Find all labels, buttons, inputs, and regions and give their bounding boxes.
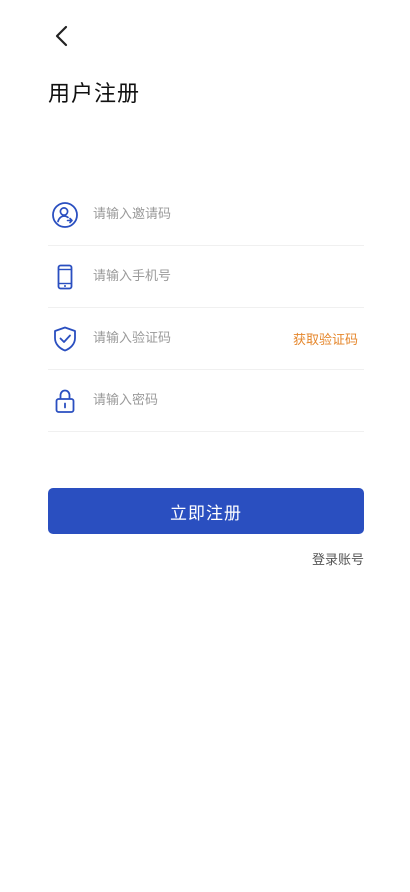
chevron-left-icon (55, 25, 68, 47)
password-input[interactable] (93, 380, 364, 421)
smartphone-icon (51, 263, 79, 291)
password-field (48, 370, 364, 432)
verify-code-input[interactable] (93, 318, 283, 359)
register-form: 获取验证码 (48, 184, 364, 432)
page-title: 用户注册 (48, 82, 141, 107)
verify-code-field: 获取验证码 (48, 308, 364, 370)
phone-input[interactable] (93, 256, 364, 297)
register-page: 用户注册 请输入邀请码 请输入手机号 请输入验证码 获取验证码 立即注册 登录账… (0, 0, 410, 892)
user-circle-icon (51, 201, 79, 229)
login-account-link[interactable]: 登录账号 (312, 549, 364, 568)
get-verify-code-button[interactable]: 获取验证码 (283, 323, 364, 354)
invite-code-field (48, 184, 364, 246)
lock-icon (51, 387, 79, 415)
register-submit-button[interactable]: 立即注册 (48, 488, 364, 534)
back-button[interactable] (44, 18, 80, 54)
phone-field (48, 246, 364, 308)
shield-check-icon (51, 325, 79, 353)
invite-code-input[interactable] (93, 194, 364, 235)
